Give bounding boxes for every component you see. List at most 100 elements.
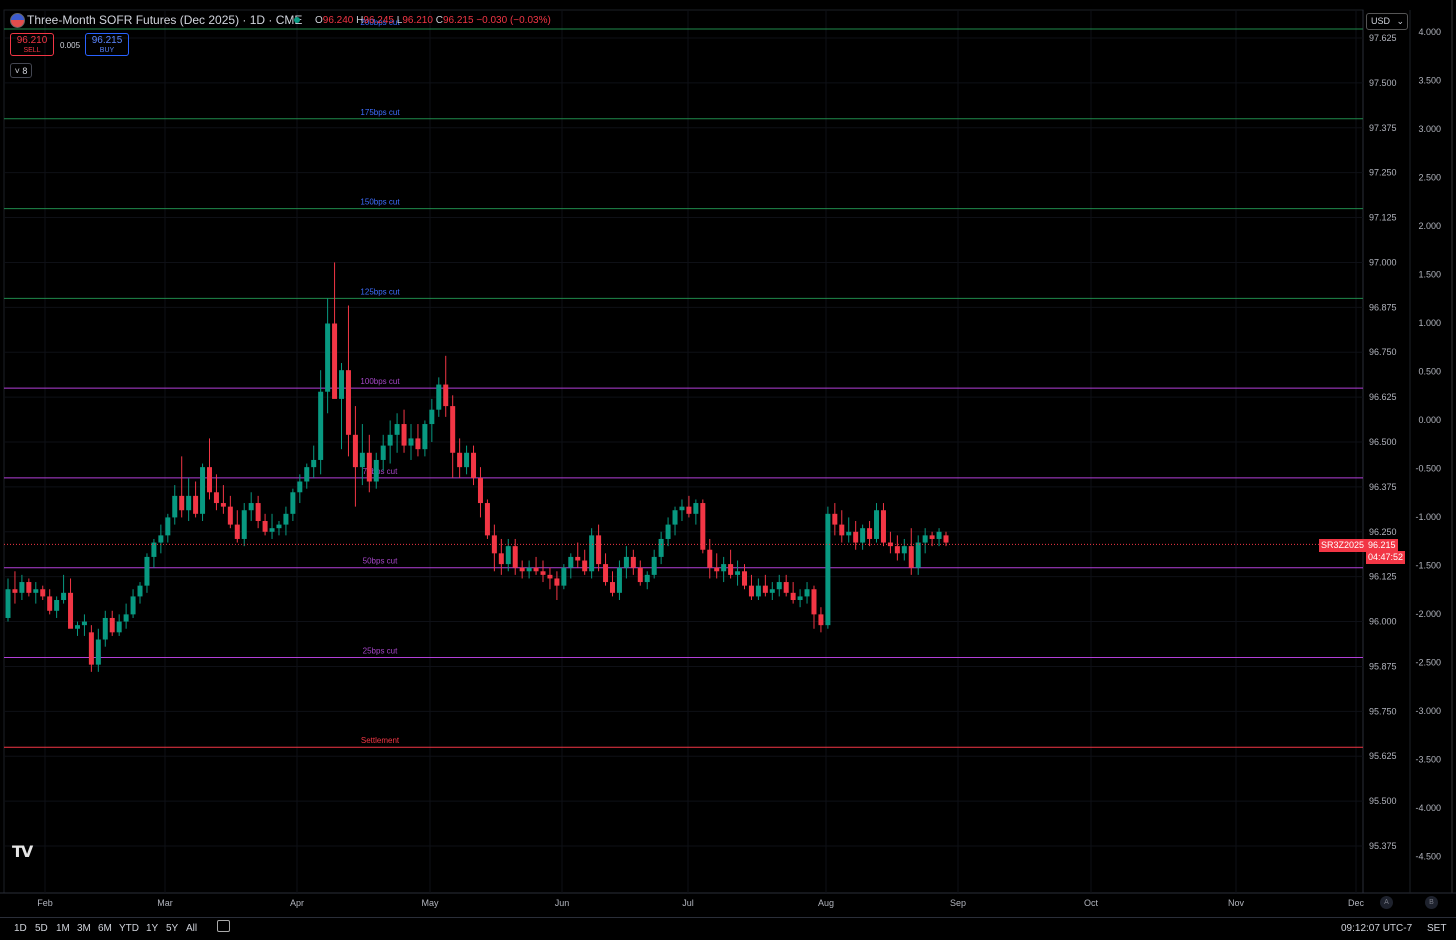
indicators-toggle[interactable]: ˅ 8: [10, 63, 32, 78]
candle-body: [596, 535, 602, 565]
clock[interactable]: 09:12:07 UTC-7: [1341, 923, 1412, 934]
percent-tick-label: -2.000: [1415, 609, 1441, 619]
candle-body: [742, 571, 748, 586]
candle-body: [12, 589, 18, 593]
session-button[interactable]: SET: [1427, 923, 1446, 934]
candle-body: [165, 517, 171, 536]
candle-body: [227, 506, 233, 525]
range-ytd[interactable]: YTD: [119, 923, 139, 934]
range-5d[interactable]: 5D: [35, 923, 48, 934]
candle-body: [915, 542, 921, 568]
candle-body: [193, 495, 199, 514]
range-1d[interactable]: 1D: [14, 923, 27, 934]
percent-tick-label: 3.500: [1418, 76, 1441, 86]
candle-body: [19, 582, 25, 593]
market-status-icon: [294, 17, 300, 23]
buy-price: 96.215: [91, 35, 123, 46]
candle-body: [297, 481, 303, 493]
candle-body: [623, 556, 629, 568]
sell-price: 96.210: [16, 35, 48, 46]
candle-body: [394, 424, 400, 435]
percent-tick-label: 0.500: [1418, 367, 1441, 377]
price-tick-label: 97.125: [1369, 213, 1397, 223]
percent-tick-label: -2.500: [1415, 658, 1441, 668]
level-label: 175bps cut: [360, 108, 400, 117]
range-1y[interactable]: 1Y: [146, 923, 158, 934]
candle-body: [922, 535, 928, 543]
candle-body: [644, 574, 650, 583]
range-1m[interactable]: 1M: [56, 923, 70, 934]
candle-body: [213, 492, 219, 504]
plot-frame: [3, 9, 1364, 894]
candle-body: [658, 538, 664, 557]
month-label: Sep: [950, 898, 966, 908]
percent-tick-label: 4.000: [1418, 27, 1441, 37]
candle-body: [936, 531, 942, 539]
price-tick-label: 95.750: [1369, 706, 1397, 716]
candle-body: [234, 524, 240, 539]
candle-body: [206, 467, 212, 493]
month-label: Dec: [1348, 898, 1365, 908]
candle-body: [526, 567, 532, 572]
candle-body: [471, 452, 477, 478]
candle-body: [755, 585, 761, 597]
range-3m[interactable]: 3M: [77, 923, 91, 934]
candle-body: [276, 524, 282, 529]
month-label: Mar: [157, 898, 173, 908]
candle-body: [220, 503, 226, 507]
candle-body: [853, 531, 859, 543]
symbol-price-tag: SR3Z2025: [1319, 539, 1367, 552]
candle-body: [5, 589, 11, 618]
currency-select[interactable]: USD ⌄: [1366, 13, 1408, 30]
month-label: Jul: [682, 898, 694, 908]
candle-body: [172, 495, 178, 518]
sell-button[interactable]: 96.210 SELL: [10, 33, 54, 56]
price-tick-label: 95.500: [1369, 796, 1397, 806]
candle-body: [686, 506, 692, 514]
candle-body: [832, 513, 838, 525]
candle-body: [735, 571, 741, 575]
candle-body: [519, 567, 525, 572]
symbol-title[interactable]: Three-Month SOFR Futures (Dec 2025) · 1D…: [27, 13, 302, 27]
candle-body: [603, 564, 609, 583]
candle-body: [693, 503, 699, 514]
candle-body: [33, 589, 39, 593]
calendar-icon[interactable]: [217, 920, 230, 932]
auto-scale-button[interactable]: A: [1380, 896, 1393, 909]
level-label: 125bps cut: [360, 287, 400, 296]
level-label: 150bps cut: [360, 198, 400, 207]
candle-body: [630, 556, 636, 568]
candle-body: [811, 589, 817, 615]
tradingview-logo: 𝗧𝗩: [12, 844, 33, 861]
candle-body: [769, 589, 775, 593]
candle-body: [102, 617, 108, 640]
candle-body: [332, 323, 338, 399]
candle-body: [248, 503, 254, 511]
candle-body: [123, 614, 129, 622]
candlestick-chart[interactable]: 97.625 97.500 97.375 97.250 97.125 97.000 96.8…: [0, 0, 1456, 939]
price-tick-label: 96.625: [1369, 392, 1397, 402]
price-tick-label: 95.625: [1369, 751, 1397, 761]
range-5y[interactable]: 5Y: [166, 923, 178, 934]
candle-body: [422, 424, 428, 450]
price-tick-label: 97.000: [1369, 257, 1397, 267]
range-all[interactable]: All: [186, 923, 197, 934]
candle-body: [68, 592, 74, 629]
candle-body: [26, 582, 32, 593]
range-6m[interactable]: 6M: [98, 923, 112, 934]
percent-tick-label: -1.000: [1415, 512, 1441, 522]
percent-tick-label: 3.000: [1418, 124, 1441, 134]
candle-body: [283, 513, 289, 525]
candle-body: [804, 589, 810, 597]
price-tick-label: 96.875: [1369, 302, 1397, 312]
candle-body: [290, 492, 296, 514]
candle-body: [860, 528, 866, 543]
log-scale-button[interactable]: B: [1425, 896, 1438, 909]
candle-body: [345, 370, 351, 435]
price-tick-label: 97.375: [1369, 123, 1397, 133]
buy-button[interactable]: 96.215 BUY: [85, 33, 129, 56]
candle-body: [477, 477, 483, 504]
candle-body: [790, 592, 796, 601]
percent-tick-label: -4.500: [1415, 852, 1441, 862]
ohlc-legend: O96.240 H96.245 L96.210 C96.215 −0.030 (…: [315, 15, 551, 26]
